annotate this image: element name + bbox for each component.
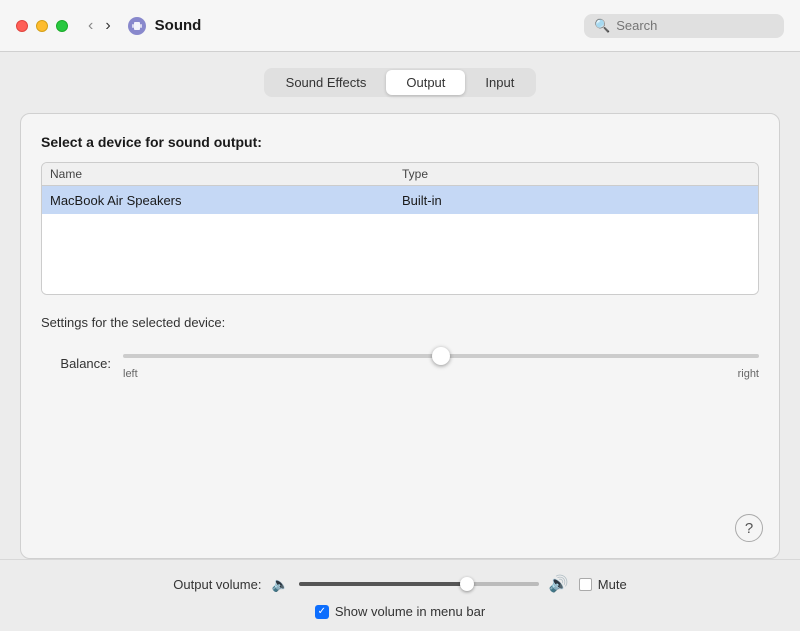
content-area: Sound Effects Output Input Select a devi… bbox=[0, 52, 800, 559]
bottom-bar: Output volume: 🔈 🔊 Mute ✓ Show volume in… bbox=[0, 559, 800, 631]
table-empty-area bbox=[42, 214, 758, 294]
device-table: Name Type MacBook Air Speakers Built-in bbox=[41, 162, 759, 295]
table-header: Name Type bbox=[42, 163, 758, 186]
device-name-cell: MacBook Air Speakers bbox=[50, 193, 398, 208]
settings-title: Settings for the selected device: bbox=[41, 315, 759, 330]
nav-arrows: ‹ › bbox=[84, 16, 115, 36]
device-type-cell: Built-in bbox=[398, 193, 750, 208]
back-arrow[interactable]: ‹ bbox=[84, 16, 97, 36]
volume-row: Output volume: 🔈 🔊 Mute bbox=[173, 574, 626, 594]
main-panel: Select a device for sound output: Name T… bbox=[20, 113, 780, 559]
volume-high-icon: 🔊 bbox=[549, 574, 569, 594]
table-row[interactable]: MacBook Air Speakers Built-in bbox=[42, 186, 758, 214]
volume-label: Output volume: bbox=[173, 577, 261, 592]
page-title: Sound bbox=[155, 17, 584, 34]
mute-label: Mute bbox=[598, 577, 627, 592]
balance-slider-thumb[interactable] bbox=[432, 347, 450, 365]
column-header-type: Type bbox=[398, 167, 750, 181]
app-icon bbox=[127, 16, 147, 36]
close-button[interactable] bbox=[16, 20, 28, 32]
window-controls bbox=[16, 20, 68, 32]
volume-slider-thumb[interactable] bbox=[460, 577, 474, 591]
show-volume-row: ✓ Show volume in menu bar bbox=[315, 604, 485, 619]
balance-label: Balance: bbox=[41, 356, 111, 371]
tabs-container: Sound Effects Output Input bbox=[20, 68, 780, 97]
show-volume-checkbox[interactable]: ✓ bbox=[315, 605, 329, 619]
balance-slider-bar bbox=[123, 354, 759, 358]
search-input[interactable] bbox=[616, 18, 774, 33]
maximize-button[interactable] bbox=[56, 20, 68, 32]
volume-slider-fill bbox=[299, 582, 467, 586]
search-box[interactable]: 🔍 bbox=[584, 14, 784, 38]
balance-left-label: left bbox=[123, 368, 138, 380]
search-icon: 🔍 bbox=[594, 18, 610, 34]
help-button[interactable]: ? bbox=[735, 514, 763, 542]
balance-slider-container: left right bbox=[123, 346, 759, 380]
tab-sound-effects[interactable]: Sound Effects bbox=[266, 70, 387, 95]
titlebar: ‹ › Sound 🔍 bbox=[0, 0, 800, 52]
panel-title: Select a device for sound output: bbox=[41, 134, 759, 150]
balance-row: Balance: left right bbox=[41, 346, 759, 380]
volume-slider-bar bbox=[299, 582, 539, 586]
forward-arrow[interactable]: › bbox=[101, 16, 114, 36]
mute-row: Mute bbox=[579, 577, 627, 592]
minimize-button[interactable] bbox=[36, 20, 48, 32]
balance-slider-labels: left right bbox=[123, 368, 759, 380]
balance-slider-track[interactable] bbox=[123, 346, 759, 366]
tab-output[interactable]: Output bbox=[386, 70, 465, 95]
mute-checkbox[interactable] bbox=[579, 578, 592, 591]
volume-low-icon: 🔈 bbox=[271, 576, 288, 593]
show-volume-label: Show volume in menu bar bbox=[335, 604, 485, 619]
balance-right-label: right bbox=[738, 368, 759, 380]
column-header-name: Name bbox=[50, 167, 398, 181]
tab-input[interactable]: Input bbox=[465, 70, 534, 95]
volume-slider-container[interactable] bbox=[299, 582, 539, 586]
tabs: Sound Effects Output Input bbox=[264, 68, 537, 97]
